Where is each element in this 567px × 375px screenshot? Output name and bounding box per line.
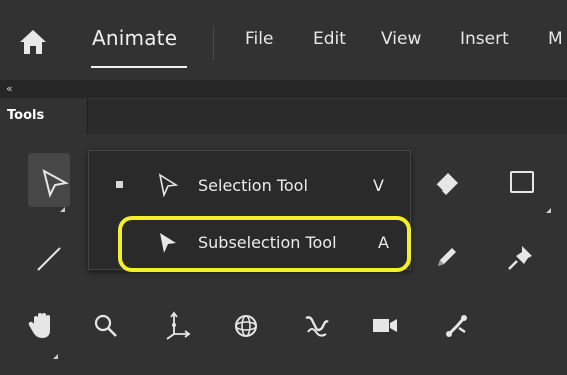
tools-panel-header: Tools	[0, 98, 567, 134]
tool-group-corner	[546, 198, 551, 213]
menu-edit[interactable]: Edit	[313, 29, 346, 49]
tool-group-corner	[53, 344, 58, 359]
home-icon[interactable]	[18, 27, 48, 57]
3d-rotation-tool-icon[interactable]	[226, 306, 266, 346]
header-divider	[88, 98, 567, 99]
tool-group-corner	[60, 197, 65, 212]
annotation-highlight-ring	[118, 216, 411, 272]
app-title[interactable]: Animate	[92, 26, 177, 50]
flyout-item-label: Selection Tool	[198, 176, 308, 195]
zoom-tool-icon[interactable]	[86, 306, 126, 346]
pose-tool-icon[interactable]	[437, 306, 477, 346]
menu-insert[interactable]: Insert	[460, 29, 509, 49]
active-item-bullet	[116, 181, 123, 188]
panel-collapse-strip: «	[0, 80, 567, 98]
menu-divider	[213, 26, 214, 60]
flyout-item-selection-tool[interactable]: Selection Tool V	[89, 155, 410, 213]
line-tool-icon[interactable]	[30, 238, 70, 278]
tools-tab[interactable]: Tools	[0, 98, 88, 134]
rectangle-tool-icon[interactable]	[503, 163, 543, 203]
collapse-double-chevron-icon[interactable]: «	[6, 82, 13, 95]
eraser-tool-icon[interactable]	[426, 163, 466, 203]
pencil-tool-icon[interactable]	[426, 238, 466, 278]
flyout-item-shortcut: V	[373, 176, 384, 195]
app-menubar: Animate File Edit View Insert M	[0, 0, 567, 80]
selection-arrow-outline-icon	[158, 173, 179, 197]
app-title-underline	[91, 66, 187, 68]
pin-tool-icon[interactable]	[500, 238, 540, 278]
menu-view[interactable]: View	[381, 29, 421, 49]
asset-warp-tool-icon[interactable]	[157, 306, 197, 346]
bone-tool-icon[interactable]	[296, 306, 336, 346]
menu-file[interactable]: File	[245, 29, 273, 49]
menu-modify-truncated[interactable]: M	[548, 29, 563, 49]
tools-tab-label: Tools	[7, 108, 45, 123]
hand-tool-icon[interactable]	[22, 306, 62, 346]
selection-tool-icon[interactable]	[36, 163, 76, 203]
camera-tool-icon[interactable]	[365, 306, 405, 346]
